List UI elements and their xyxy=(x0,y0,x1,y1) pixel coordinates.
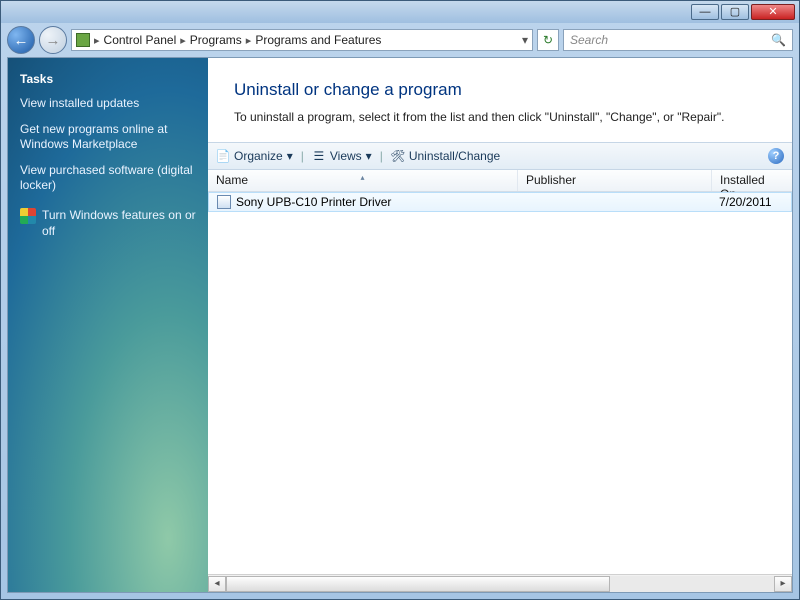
sidebar: Tasks View installed updates Get new pro… xyxy=(8,58,208,592)
close-button[interactable]: ✕ xyxy=(751,4,795,20)
explorer-window: — ▢ ✕ ▸ Control Panel ▸ Programs ▸ Progr… xyxy=(0,0,800,600)
list-item[interactable]: Sony UPB-C10 Printer Driver 7/20/2011 xyxy=(208,192,792,212)
task-windows-features[interactable]: Turn Windows features on or off xyxy=(42,208,196,239)
column-installed-on[interactable]: Installed On xyxy=(712,170,792,191)
chevron-down-icon: ▾ xyxy=(287,149,293,163)
scroll-track[interactable] xyxy=(226,576,774,592)
titlebar: — ▢ ✕ xyxy=(1,1,799,23)
organize-button[interactable]: 📄 Organize ▾ xyxy=(216,149,293,163)
sort-asc-icon: ▴ xyxy=(360,173,364,182)
shield-icon xyxy=(20,208,36,224)
program-name: Sony UPB-C10 Printer Driver xyxy=(236,195,391,209)
nav-row: ▸ Control Panel ▸ Programs ▸ Programs an… xyxy=(1,23,799,57)
column-headers: Name ▴ Publisher Installed On xyxy=(208,170,792,192)
task-marketplace[interactable]: Get new programs online at Windows Marke… xyxy=(20,122,196,153)
organize-icon: 📄 xyxy=(216,149,230,163)
program-icon xyxy=(217,195,231,209)
search-placeholder: Search xyxy=(570,33,608,47)
page-subtext: To uninstall a program, select it from t… xyxy=(208,106,792,142)
forward-button[interactable] xyxy=(39,26,67,54)
refresh-button[interactable]: ↻ xyxy=(537,29,559,51)
minimize-button[interactable]: — xyxy=(691,4,719,20)
chevron-right-icon: ▸ xyxy=(180,34,186,47)
search-icon: 🔍 xyxy=(771,33,786,47)
uninstall-icon: 🛠 xyxy=(391,149,405,163)
breadcrumb-segment[interactable]: Programs and Features xyxy=(255,33,381,47)
program-list: Sony UPB-C10 Printer Driver 7/20/2011 xyxy=(208,192,792,574)
separator: | xyxy=(380,149,383,163)
address-bar[interactable]: ▸ Control Panel ▸ Programs ▸ Programs an… xyxy=(71,29,533,51)
body: Tasks View installed updates Get new pro… xyxy=(7,57,793,593)
uninstall-label: Uninstall/Change xyxy=(409,149,500,163)
maximize-button[interactable]: ▢ xyxy=(721,4,749,20)
chevron-right-icon: ▸ xyxy=(94,34,100,47)
address-dropdown-icon[interactable]: ▾ xyxy=(522,33,528,47)
views-icon: ☰ xyxy=(312,149,326,163)
horizontal-scrollbar[interactable]: ◂ ▸ xyxy=(208,574,792,592)
scroll-thumb[interactable] xyxy=(226,576,610,592)
scroll-left-button[interactable]: ◂ xyxy=(208,576,226,592)
back-button[interactable] xyxy=(7,26,35,54)
views-label: Views xyxy=(330,149,362,163)
column-publisher[interactable]: Publisher xyxy=(518,170,712,191)
search-input[interactable]: Search 🔍 xyxy=(563,29,793,51)
breadcrumb-segment[interactable]: Programs xyxy=(190,33,242,47)
forward-arrow-icon xyxy=(46,32,61,49)
separator: | xyxy=(301,149,304,163)
task-digital-locker[interactable]: View purchased software (digital locker) xyxy=(20,163,196,194)
location-icon xyxy=(76,33,90,47)
task-view-updates[interactable]: View installed updates xyxy=(20,96,196,112)
organize-label: Organize xyxy=(234,149,283,163)
uninstall-button[interactable]: 🛠 Uninstall/Change xyxy=(391,149,500,163)
column-name[interactable]: Name ▴ xyxy=(208,170,518,191)
tasks-heading: Tasks xyxy=(20,72,196,86)
help-button[interactable]: ? xyxy=(768,148,784,164)
scroll-right-button[interactable]: ▸ xyxy=(774,576,792,592)
page-title: Uninstall or change a program xyxy=(208,58,792,106)
chevron-right-icon: ▸ xyxy=(246,34,252,47)
toolbar: 📄 Organize ▾ | ☰ Views ▾ | 🛠 Uninstall/C… xyxy=(208,142,792,170)
chevron-down-icon: ▾ xyxy=(366,149,372,163)
views-button[interactable]: ☰ Views ▾ xyxy=(312,149,372,163)
back-arrow-icon xyxy=(14,32,29,49)
content-pane: Uninstall or change a program To uninsta… xyxy=(208,58,792,592)
breadcrumb-segment[interactable]: Control Panel xyxy=(104,33,177,47)
program-installed-on: 7/20/2011 xyxy=(711,195,791,209)
